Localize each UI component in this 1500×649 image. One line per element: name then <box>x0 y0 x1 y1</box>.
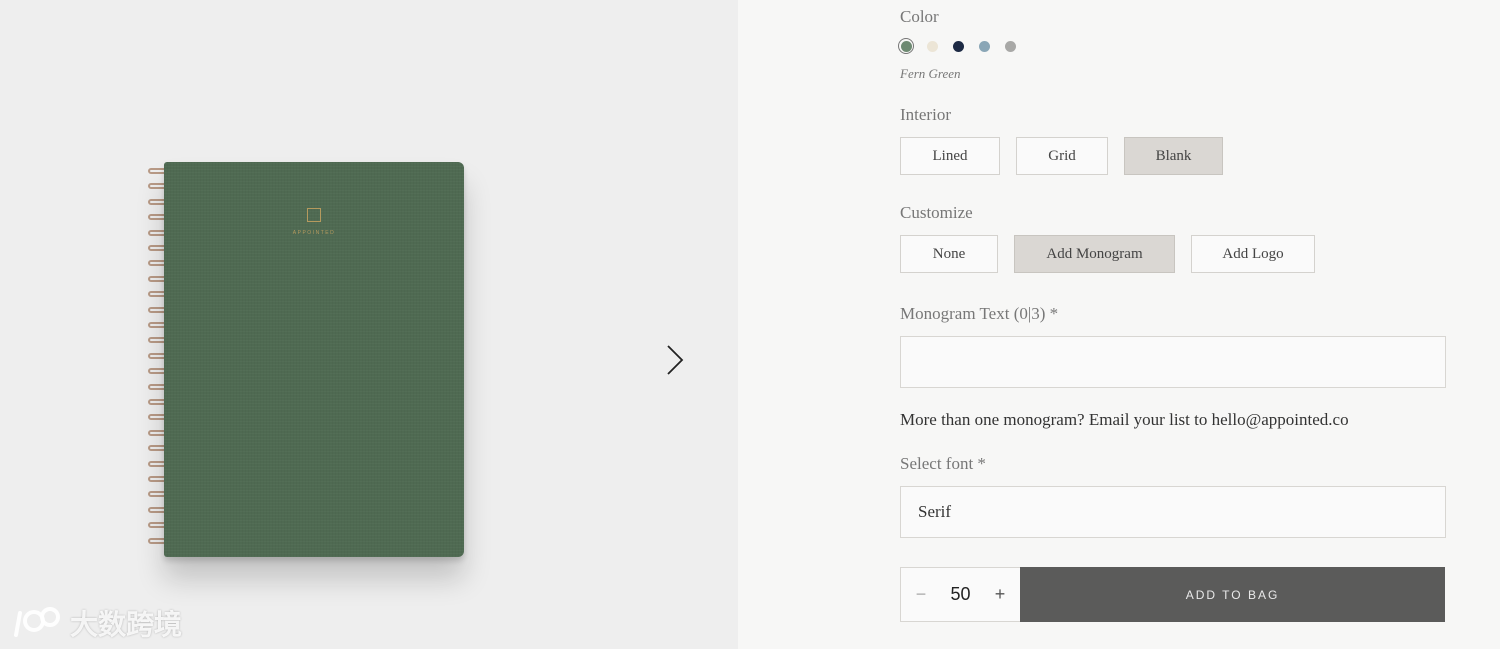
color-swatch-dot <box>900 40 912 52</box>
watermark-logo-icon <box>14 607 60 637</box>
notebook-cover: APPOINTED <box>164 162 464 557</box>
color-label: Color <box>900 7 939 26</box>
interior-blank-button[interactable]: Blank <box>1124 137 1223 175</box>
cover-logo: APPOINTED <box>164 208 464 236</box>
select-font-label: Select font * <box>900 454 986 473</box>
quantity-value[interactable]: 50 <box>950 584 970 605</box>
interior-options: Lined Grid Blank <box>900 137 1223 175</box>
add-to-bag-button[interactable]: ADD TO BAG <box>1020 567 1445 622</box>
interior-label: Interior <box>900 105 951 124</box>
color-swatch-cream[interactable] <box>924 38 940 54</box>
font-select[interactable]: Serif <box>900 486 1446 538</box>
color-swatch-dot <box>1004 40 1016 52</box>
product-image-notebook: APPOINTED <box>146 162 466 562</box>
customize-none-button[interactable]: None <box>900 235 998 273</box>
font-select-value: Serif <box>918 502 952 521</box>
watermark-text: 大数跨境 <box>70 608 183 641</box>
cover-brand-text: APPOINTED <box>292 230 336 236</box>
customize-add-logo-button[interactable]: Add Logo <box>1191 235 1315 273</box>
chevron-right-icon <box>667 345 684 375</box>
customize-options: None Add Monogram Add Logo <box>900 235 1315 273</box>
monogram-text-label: Monogram Text (0|3) * <box>900 304 1059 323</box>
color-swatch-dot <box>926 40 938 52</box>
next-image-button[interactable] <box>660 340 690 380</box>
color-swatches <box>898 38 1018 54</box>
interior-grid-button[interactable]: Grid <box>1016 137 1108 175</box>
watermark: 大数跨境 <box>10 603 182 643</box>
customize-label: Customize <box>900 203 973 222</box>
color-swatch-navy[interactable] <box>950 38 966 54</box>
product-gallery: APPOINTED 大数跨境 <box>0 0 738 649</box>
color-swatch-sky-blue[interactable] <box>976 38 992 54</box>
selected-color-name: Fern Green <box>900 66 961 81</box>
interior-lined-button[interactable]: Lined <box>900 137 1000 175</box>
brand-mark-icon <box>307 208 321 222</box>
color-swatch-dot <box>952 40 964 52</box>
monogram-text-input[interactable] <box>900 336 1446 388</box>
color-swatch-fern-green[interactable] <box>898 38 914 54</box>
customize-add-monogram-button[interactable]: Add Monogram <box>1014 235 1175 273</box>
increase-quantity-button[interactable]: + <box>992 584 1008 605</box>
quantity-stepper: − 50 + <box>900 567 1021 622</box>
color-swatch-gray[interactable] <box>1002 38 1018 54</box>
color-swatch-dot <box>978 40 990 52</box>
multiple-monogram-note: More than one monogram? Email your list … <box>900 410 1349 429</box>
decrease-quantity-button[interactable]: − <box>913 584 929 605</box>
